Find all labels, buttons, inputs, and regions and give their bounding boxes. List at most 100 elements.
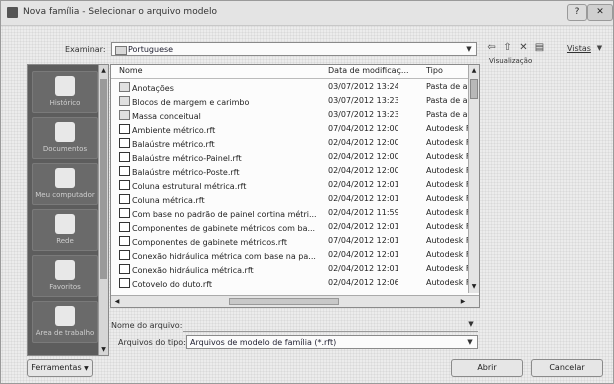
scroll-down-icon[interactable]: ▼ — [99, 345, 108, 354]
file-type: Autodesk F — [426, 208, 471, 217]
chevron-down-icon[interactable]: ▼ — [593, 42, 606, 54]
table-row[interactable]: Balaústre métrico-Poste.rft 02/04/2012 12… — [111, 164, 471, 178]
table-row[interactable]: Ambiente métrico.rft 07/04/2012 12:00 Auto… — [111, 122, 471, 136]
file-type: Autodesk F — [426, 250, 471, 259]
file-type: Pasta de ar — [426, 110, 471, 119]
places-scrollbar[interactable]: ▲ ▼ — [98, 65, 108, 355]
look-in-dropdown[interactable]: Portuguese ▼ — [111, 42, 477, 56]
table-row[interactable]: Com base no padrão de painel cortina mét… — [111, 206, 471, 220]
file-name-text: Cotovelo do duto.rft — [132, 280, 213, 289]
file-date: 02/04/2012 12:01 — [328, 180, 398, 189]
table-row[interactable]: Blocos de margem e carimbo 03/07/2012 13:… — [111, 94, 471, 108]
table-row[interactable]: Componentes de gabinete métricos.rft 07/0… — [111, 234, 471, 248]
scroll-thumb[interactable] — [470, 79, 478, 99]
file-date: 03/07/2012 13:24 — [328, 82, 398, 91]
scroll-up-icon[interactable]: ▲ — [99, 66, 108, 75]
file-date: 02/04/2012 12:01 — [328, 264, 398, 273]
file-name-text: Conexão hidráulica métrica.rft — [132, 266, 254, 275]
scroll-down-icon[interactable]: ▼ — [469, 282, 479, 292]
table-row[interactable]: Componentes de gabinete métricos com ba.… — [111, 220, 471, 234]
place-label: Meu computador — [35, 191, 95, 199]
file-type: Autodesk F — [426, 166, 471, 175]
filetype-dropdown[interactable]: Arquivos de modelo de família (*.rft) ▼ — [186, 335, 478, 349]
title-bar: Nova família - Selecionar o arquivo mode… — [1, 1, 613, 26]
column-header-type[interactable]: Tipo — [426, 66, 443, 78]
delete-icon[interactable]: ✕ — [517, 42, 530, 54]
back-icon[interactable]: ⇦ — [485, 42, 498, 54]
place-network[interactable]: Rede — [32, 209, 98, 251]
file-name: Conexão hidráulica métrica.rft — [119, 264, 319, 275]
file-name-text: Com base no padrão de painel cortina mét… — [132, 210, 317, 219]
preview-label: Visualização — [489, 57, 533, 65]
file-name: Balaústre métrico-Poste.rft — [119, 166, 319, 177]
place-history[interactable]: Histórico — [32, 71, 98, 113]
file-name-text: Coluna estrutural métrica.rft — [132, 182, 247, 191]
table-row[interactable]: Conexão hidráulica métrica com base na p… — [111, 248, 471, 262]
file-date: 02/04/2012 12:00 — [328, 152, 398, 161]
scroll-thumb[interactable] — [229, 298, 339, 305]
place-documents[interactable]: Documentos — [32, 117, 98, 159]
column-header-date[interactable]: Data de modificaç... — [328, 66, 409, 78]
table-row[interactable]: Massa conceitual 03/07/2012 13:23 Pasta de… — [111, 108, 471, 122]
file-date: 02/04/2012 12:01 — [328, 250, 398, 259]
table-row[interactable]: Balaústre métrico.rft 02/04/2012 12:00 Aut… — [111, 136, 471, 150]
help-button[interactable]: ? — [567, 4, 587, 21]
file-name: Balaústre métrico.rft — [119, 138, 319, 149]
file-date: 03/07/2012 13:23 — [328, 96, 398, 105]
file-name-text: Balaústre métrico-Painel.rft — [132, 154, 242, 163]
file-name: Conexão hidráulica métrica com base na p… — [119, 250, 319, 261]
folder-icon — [119, 82, 130, 92]
table-row[interactable]: Coluna estrutural métrica.rft 02/04/2012 … — [111, 178, 471, 192]
list-horizontal-scrollbar[interactable]: ◀ ▶ — [111, 295, 479, 307]
open-button[interactable]: Abrir — [451, 359, 523, 377]
computer-icon — [55, 168, 75, 188]
filename-input[interactable]: ▼ — [183, 318, 478, 332]
documents-icon — [55, 122, 75, 142]
tools-button[interactable]: Ferramentas ▼ — [27, 359, 93, 377]
place-label: Histórico — [49, 99, 81, 107]
up-folder-icon[interactable]: ⇧ — [501, 42, 514, 54]
header-divider — [111, 78, 469, 79]
close-button[interactable]: ✕ — [587, 4, 613, 21]
file-type: Autodesk F — [426, 152, 471, 161]
table-row[interactable]: Cotovelo do duto.rft 02/04/2012 12:06 Auto… — [111, 276, 471, 290]
look-in-label: Examinar: — [65, 45, 106, 54]
column-header-name[interactable]: Nome — [119, 66, 143, 78]
scroll-left-icon[interactable]: ◀ — [112, 296, 122, 307]
tools-label: Ferramentas — [31, 363, 82, 372]
cancel-button[interactable]: Cancelar — [531, 359, 603, 377]
rft-file-icon — [119, 250, 130, 260]
rft-file-icon — [119, 124, 130, 134]
file-name: Componentes de gabinete métricos.rft — [119, 236, 319, 247]
chevron-down-icon: ▼ — [467, 338, 473, 346]
place-label: Favoritos — [49, 283, 81, 291]
place-label: Rede — [56, 237, 74, 245]
scroll-up-icon[interactable]: ▲ — [469, 66, 479, 76]
file-type: Autodesk F — [426, 278, 471, 287]
views-menu[interactable]: Vistas — [567, 44, 591, 53]
file-type: Autodesk F — [426, 264, 471, 273]
place-favorites[interactable]: Favoritos — [32, 255, 98, 297]
file-date: 02/04/2012 12:00 — [328, 166, 398, 175]
filename-label: Nome do arquivo: — [111, 321, 183, 330]
scroll-thumb[interactable] — [100, 79, 107, 279]
file-date: 02/04/2012 12:01 — [328, 222, 398, 231]
favorites-icon — [55, 260, 75, 280]
new-folder-icon[interactable]: ▤ — [533, 42, 546, 54]
table-row[interactable]: Coluna métrica.rft 02/04/2012 12:01 Autode… — [111, 192, 471, 206]
scroll-right-icon[interactable]: ▶ — [458, 296, 468, 307]
file-date: 02/04/2012 12:00 — [328, 138, 398, 147]
table-row[interactable]: Conexão hidráulica métrica.rft 02/04/2012… — [111, 262, 471, 276]
file-type: Autodesk F — [426, 194, 471, 203]
table-row[interactable]: Balaústre métrico-Painel.rft 02/04/2012 1… — [111, 150, 471, 164]
place-desktop[interactable]: Área de trabalho — [32, 301, 98, 343]
chevron-down-icon: ▼ — [84, 365, 89, 372]
place-computer[interactable]: Meu computador — [32, 163, 98, 205]
list-vertical-scrollbar[interactable]: ▲ ▼ — [468, 65, 479, 293]
chevron-down-icon: ▼ — [466, 45, 472, 53]
table-row[interactable]: Anotações 03/07/2012 13:24 Pasta de ar — [111, 80, 471, 94]
place-label: Documentos — [42, 145, 88, 153]
file-name: Balaústre métrico-Painel.rft — [119, 152, 319, 163]
desktop-icon — [55, 306, 75, 326]
file-type: Autodesk F — [426, 180, 471, 189]
